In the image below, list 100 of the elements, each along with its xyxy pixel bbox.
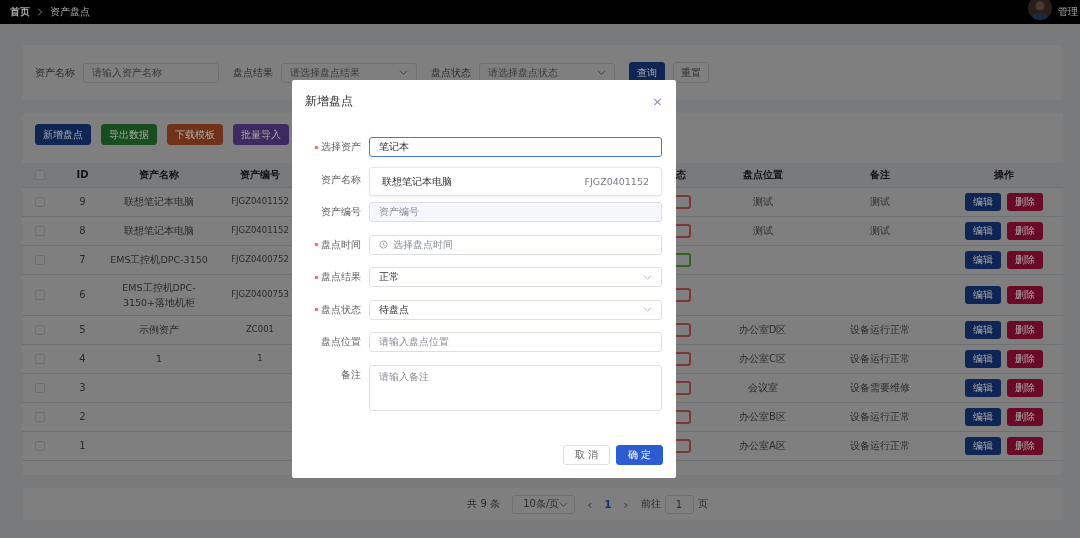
confirm-button[interactable]: 确 定 — [615, 445, 663, 465]
table-cell-text: 4 — [79, 352, 86, 366]
table-cell-text: 会议室 — [747, 381, 778, 395]
field-label: 盘点状态 — [431, 65, 471, 80]
next-page-button[interactable]: › — [623, 496, 629, 512]
field-label: 盘点位置 — [320, 335, 361, 349]
table-cell-text: 8 — [79, 224, 86, 238]
table-cell: FJGZ0401152 — [231, 195, 289, 209]
table-cell: FJGZ0401152 — [231, 224, 289, 238]
input-field[interactable]: 笔记本 — [369, 137, 662, 157]
table-cell-text: 6 — [79, 288, 86, 302]
page-size-select[interactable]: 10条/页 — [512, 494, 576, 514]
input-field: 资产编号 — [369, 202, 662, 222]
table-cell-text: 7 — [79, 253, 86, 267]
table-cell-text: EMS工控机DPC-3150+落地机柜 — [121, 280, 197, 310]
required-icon — [314, 274, 319, 280]
table-cell: FJGZ0400752 — [231, 253, 289, 267]
table-cell-text: 设备运行正常 — [850, 439, 910, 453]
delete-button[interactable]: 删除 — [1007, 251, 1043, 269]
table-cell-text: 办公室D区 — [738, 323, 787, 337]
column-header: 操作 — [994, 168, 1014, 182]
edit-button[interactable]: 编辑 — [965, 286, 1001, 304]
table-cell-text: 5 — [79, 323, 86, 337]
table-cell-text: 测试 — [870, 195, 890, 209]
cancel-button[interactable]: 取 消 — [562, 445, 610, 465]
textarea-field[interactable]: 请输入备注 — [369, 364, 662, 411]
column-header: 态 — [676, 168, 686, 182]
edit-button[interactable]: 编辑 — [965, 193, 1001, 211]
clock-icon — [379, 240, 388, 249]
user-name[interactable]: 管理 — [1058, 5, 1078, 19]
delete-button[interactable]: 删除 — [1007, 408, 1043, 426]
breadcrumb-link[interactable]: 资产盘点 — [50, 5, 90, 19]
table-cell-text: 测试 — [752, 224, 773, 238]
reset-button[interactable]: 重置 — [673, 62, 709, 83]
delete-button[interactable]: 删除 — [1007, 193, 1043, 211]
goto-page-field[interactable]: 1 — [664, 494, 694, 514]
edit-button[interactable]: 编辑 — [965, 321, 1001, 339]
delete-button[interactable]: 删除 — [1007, 321, 1043, 339]
required-icon — [314, 144, 319, 150]
table-cell-text: 测试 — [752, 195, 773, 209]
table-cell-text: 设备运行正常 — [850, 410, 910, 424]
edit-button[interactable]: 编辑 — [965, 222, 1001, 240]
field-label: 资产名称 — [320, 172, 361, 187]
edit-button[interactable]: 编辑 — [965, 350, 1001, 368]
table-cell-text: 设备运行正常 — [850, 352, 910, 366]
table-cell-text: 设备需要维修 — [850, 381, 910, 395]
table-cell-text: 2 — [79, 410, 86, 424]
prev-page-button[interactable]: ‹ — [587, 496, 593, 512]
close-button[interactable]: × — [652, 94, 663, 108]
required-icon — [314, 242, 319, 247]
delete-button[interactable]: 删除 — [1007, 222, 1043, 240]
action-button[interactable]: 导出数据 — [101, 124, 157, 145]
select-field[interactable]: 待盘点 — [369, 299, 662, 320]
chevron-down-icon — [643, 272, 652, 282]
time-field[interactable]: 选择盘点时间 — [369, 234, 662, 255]
breadcrumb-link[interactable]: 首页 — [10, 5, 30, 19]
field-label: 选择资产 — [305, 137, 361, 157]
select-field[interactable]: 正常 — [369, 267, 662, 287]
chevron-down-icon — [559, 499, 569, 509]
table-cell-text: 9 — [79, 195, 86, 209]
field-label: 资产名称 — [35, 65, 75, 80]
page-number[interactable]: 1 — [604, 498, 612, 510]
user-avatar[interactable] — [1028, 0, 1052, 20]
edit-button[interactable]: 编辑 — [965, 408, 1001, 426]
column-header: 备注 — [870, 168, 890, 182]
table-cell: FJGZ0400753 — [231, 288, 289, 302]
table-cell-text: 联想笔记本电脑 — [124, 224, 194, 239]
table-cell-text: EMS工控机DPC-3150 — [110, 253, 208, 268]
table-cell-text: 1 — [155, 352, 162, 367]
action-button[interactable]: 批量导入 — [233, 124, 289, 145]
delete-button[interactable]: 删除 — [1007, 379, 1043, 397]
column-header: 资产编号 — [240, 168, 280, 182]
table-cell-text: 设备运行正常 — [850, 323, 910, 337]
dialog-title: 新增盘点 — [305, 92, 353, 110]
table-cell-text: 示例资产 — [139, 323, 179, 338]
table-cell-text: 办公室A区 — [739, 439, 786, 453]
field-label: 盘点结果 — [305, 267, 361, 287]
table-cell-text: 联想笔记本电脑 — [124, 195, 194, 210]
field-label: 资产编号 — [320, 205, 361, 219]
action-button[interactable]: 新增盘点 — [35, 124, 91, 145]
action-button[interactable]: 下载模板 — [167, 124, 223, 145]
delete-button[interactable]: 删除 — [1007, 350, 1043, 368]
total-count: 共 9 条 — [467, 497, 501, 511]
field-label: 盘点结果 — [233, 65, 273, 80]
page-suffix: 页 — [697, 497, 708, 511]
field-label: 盘点时间 — [305, 234, 361, 255]
chevron-down-icon — [643, 305, 652, 314]
edit-button[interactable]: 编辑 — [965, 379, 1001, 397]
delete-button[interactable]: 删除 — [1007, 437, 1043, 455]
column-header: 盘点位置 — [742, 168, 783, 182]
input-field[interactable]: 请输入盘点位置 — [369, 332, 662, 352]
column-header: 资产名称 — [139, 168, 179, 182]
edit-button[interactable]: 编辑 — [965, 437, 1001, 455]
input-field[interactable]: 请输入资产名称 — [83, 62, 219, 83]
table-cell-text: 3 — [79, 381, 86, 395]
suggestion-item[interactable]: 联想笔记本电脑 FJGZ0401152 — [369, 167, 662, 196]
edit-button[interactable]: 编辑 — [965, 251, 1001, 269]
delete-button[interactable]: 删除 — [1007, 286, 1043, 304]
column-header: ID — [76, 168, 89, 182]
required-icon — [314, 307, 319, 312]
